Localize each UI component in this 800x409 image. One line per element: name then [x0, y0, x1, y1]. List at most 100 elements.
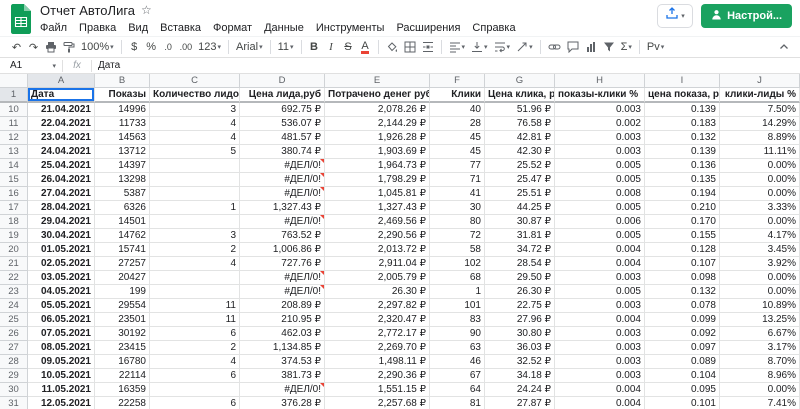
- cell[interactable]: 0.210: [645, 201, 720, 215]
- cell[interactable]: 2,290.56 ₽: [325, 229, 430, 243]
- row-header[interactable]: 26: [0, 327, 28, 341]
- cell[interactable]: 1,926.28 ₽: [325, 131, 430, 145]
- cell[interactable]: 2,144.29 ₽: [325, 117, 430, 131]
- cell[interactable]: 8.96%: [720, 369, 800, 383]
- column-header-i[interactable]: I: [645, 74, 720, 88]
- cell[interactable]: Показы: [95, 88, 150, 103]
- cell[interactable]: 2,320.47 ₽: [325, 313, 430, 327]
- cell[interactable]: 27.04.2021: [28, 187, 95, 201]
- cell[interactable]: 3.45%: [720, 243, 800, 257]
- cell[interactable]: 10.05.2021: [28, 369, 95, 383]
- cell[interactable]: 08.05.2021: [28, 341, 95, 355]
- cell[interactable]: 0.005: [555, 285, 645, 299]
- cell[interactable]: 0.003: [555, 145, 645, 159]
- cell[interactable]: 6: [150, 397, 240, 409]
- cell[interactable]: 20427: [95, 271, 150, 285]
- cell[interactable]: 1,327.43 ₽: [325, 201, 430, 215]
- cell[interactable]: 1,045.81 ₽: [325, 187, 430, 201]
- cell[interactable]: 26.30 ₽: [485, 285, 555, 299]
- cell[interactable]: 22.75 ₽: [485, 299, 555, 313]
- text-color-button[interactable]: A: [361, 40, 369, 54]
- cell[interactable]: 0.128: [645, 243, 720, 257]
- italic-button[interactable]: I: [323, 38, 340, 56]
- cell[interactable]: 1,798.29 ₽: [325, 173, 430, 187]
- cell[interactable]: 36.03 ₽: [485, 341, 555, 355]
- cell[interactable]: 0.155: [645, 229, 720, 243]
- cell[interactable]: 27257: [95, 257, 150, 271]
- cell[interactable]: 15741: [95, 243, 150, 257]
- filter-button[interactable]: [600, 38, 618, 56]
- cell[interactable]: 0.003: [555, 103, 645, 117]
- horizontal-align-button[interactable]: ▾: [446, 38, 469, 56]
- cell[interactable]: Количество лидов: [150, 88, 240, 103]
- cell[interactable]: 2,290.36 ₽: [325, 369, 430, 383]
- cell[interactable]: 2,078.26 ₽: [325, 103, 430, 117]
- row-header[interactable]: 30: [0, 383, 28, 397]
- cell[interactable]: 0.104: [645, 369, 720, 383]
- cell[interactable]: 0.183: [645, 117, 720, 131]
- cell[interactable]: 0.00%: [720, 173, 800, 187]
- cell[interactable]: 1,903.69 ₽: [325, 145, 430, 159]
- cell[interactable]: 462.03 ₽: [240, 327, 325, 341]
- menu-item[interactable]: Правка: [73, 22, 122, 34]
- cell[interactable]: 0.004: [555, 383, 645, 397]
- cell[interactable]: 101: [430, 299, 485, 313]
- cell[interactable]: 0.170: [645, 215, 720, 229]
- cell[interactable]: 23415: [95, 341, 150, 355]
- sheets-logo-icon[interactable]: [9, 4, 33, 34]
- cell[interactable]: 0.006: [555, 215, 645, 229]
- insert-chart-button[interactable]: [582, 38, 600, 56]
- cell[interactable]: 01.05.2021: [28, 243, 95, 257]
- cell[interactable]: 26.30 ₽: [325, 285, 430, 299]
- cell[interactable]: [150, 187, 240, 201]
- cell[interactable]: 12.05.2021: [28, 397, 95, 409]
- cell[interactable]: 0.098: [645, 271, 720, 285]
- cell[interactable]: 23.04.2021: [28, 131, 95, 145]
- cell[interactable]: 0.003: [555, 131, 645, 145]
- cell[interactable]: 13298: [95, 173, 150, 187]
- currency-format-button[interactable]: $: [126, 38, 143, 56]
- cell[interactable]: #ДЕЛ/0!: [240, 383, 325, 397]
- cell[interactable]: 3.33%: [720, 201, 800, 215]
- cell[interactable]: 68: [430, 271, 485, 285]
- menu-item[interactable]: Файл: [34, 22, 73, 34]
- cell[interactable]: 34.72 ₽: [485, 243, 555, 257]
- cell[interactable]: 1,964.73 ₽: [325, 159, 430, 173]
- cell[interactable]: 16359: [95, 383, 150, 397]
- strikethrough-button[interactable]: S: [340, 38, 357, 56]
- text-rotate-button[interactable]: ▾: [513, 38, 536, 56]
- cell[interactable]: 0.003: [555, 299, 645, 313]
- cell[interactable]: 13712: [95, 145, 150, 159]
- vertical-align-button[interactable]: ▾: [468, 38, 491, 56]
- column-header-d[interactable]: D: [240, 74, 325, 88]
- cell[interactable]: 02.05.2021: [28, 257, 95, 271]
- collapse-toolbar-button[interactable]: [775, 38, 792, 56]
- cell[interactable]: 727.76 ₽: [240, 257, 325, 271]
- cell[interactable]: 11.11%: [720, 145, 800, 159]
- cell[interactable]: 77: [430, 159, 485, 173]
- cell[interactable]: 14397: [95, 159, 150, 173]
- row-header[interactable]: 25: [0, 313, 28, 327]
- cell[interactable]: 7.50%: [720, 103, 800, 117]
- cell[interactable]: 692.75 ₽: [240, 103, 325, 117]
- cell[interactable]: 14563: [95, 131, 150, 145]
- cell[interactable]: 0.00%: [720, 285, 800, 299]
- cell[interactable]: 199: [95, 285, 150, 299]
- cell[interactable]: 0.003: [555, 327, 645, 341]
- row-header[interactable]: 27: [0, 341, 28, 355]
- cell[interactable]: 6.67%: [720, 327, 800, 341]
- cell[interactable]: 29554: [95, 299, 150, 313]
- column-header-b[interactable]: B: [95, 74, 150, 88]
- cell[interactable]: 0.194: [645, 187, 720, 201]
- menu-item[interactable]: Вид: [122, 22, 154, 34]
- cell[interactable]: 29.50 ₽: [485, 271, 555, 285]
- borders-button[interactable]: [401, 38, 419, 56]
- cell[interactable]: 0.097: [645, 341, 720, 355]
- cell[interactable]: 29.04.2021: [28, 215, 95, 229]
- cell[interactable]: 30192: [95, 327, 150, 341]
- cell[interactable]: 0.132: [645, 285, 720, 299]
- menu-item[interactable]: Инструменты: [310, 22, 391, 34]
- name-box[interactable]: A1 ▾: [0, 58, 62, 73]
- cell[interactable]: 1,006.86 ₽: [240, 243, 325, 257]
- cell[interactable]: 81: [430, 397, 485, 409]
